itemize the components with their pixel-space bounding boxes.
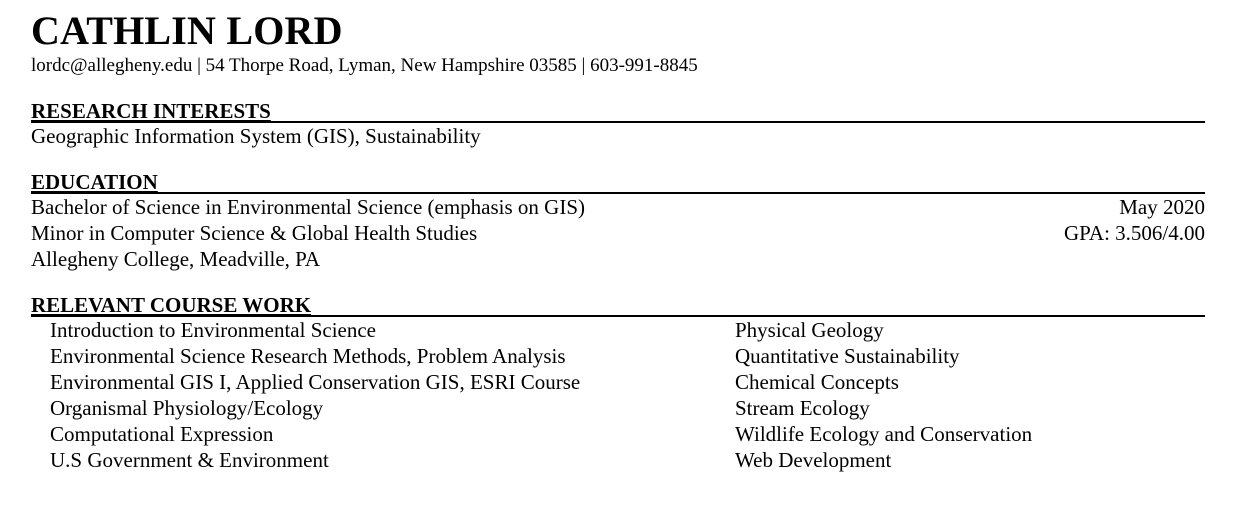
coursework-section: RELEVANT COURSE WORK Introduction to Env… xyxy=(31,294,1205,473)
gpa-text: GPA: 3.506/4.00 xyxy=(1063,221,1205,245)
resume-page: CATHLIN LORD lordc@allegheny.edu | 54 Th… xyxy=(31,8,1205,473)
coursework-heading-text: RELEVANT COURSE WORK xyxy=(31,293,312,317)
course-item: Organismal Physiology/Ecology xyxy=(50,396,324,420)
education-row: Allegheny College, Meadville, PA xyxy=(31,246,1205,272)
course-item: U.S Government & Environment xyxy=(50,448,329,472)
college-text: Allegheny College, Meadville, PA xyxy=(31,247,321,271)
course-item: Web Development xyxy=(735,448,892,472)
course-item: Wildlife Ecology and Conservation xyxy=(735,422,1033,446)
education-row: Bachelor of Science in Environmental Sci… xyxy=(31,194,1205,220)
graduation-date: May 2020 xyxy=(1119,195,1205,219)
education-row: Minor in Computer Science & Global Healt… xyxy=(31,220,1205,246)
research-interests-heading-text: RESEARCH INTERESTS xyxy=(31,99,271,123)
research-interests-heading: RESEARCH INTERESTS xyxy=(31,100,1205,123)
coursework-heading: RELEVANT COURSE WORK xyxy=(31,294,1205,317)
research-interests-section: RESEARCH INTERESTS Geographic Informatio… xyxy=(31,100,1205,149)
coursework-right-column: Physical Geology Quantitative Sustainabi… xyxy=(735,317,1205,473)
contact-line: lordc@allegheny.edu | 54 Thorpe Road, Ly… xyxy=(31,55,698,76)
course-item: Stream Ecology xyxy=(735,396,870,420)
course-item: Chemical Concepts xyxy=(735,370,899,394)
coursework-columns: Introduction to Environmental Science En… xyxy=(31,317,1205,473)
course-item: Environmental Science Research Methods, … xyxy=(50,344,566,368)
minor-text: Minor in Computer Science & Global Healt… xyxy=(31,221,478,245)
education-section: EDUCATION Bachelor of Science in Environ… xyxy=(31,171,1205,272)
coursework-left-column: Introduction to Environmental Science En… xyxy=(31,317,735,473)
course-item: Environmental GIS I, Applied Conservatio… xyxy=(50,370,581,394)
course-item: Quantitative Sustainability xyxy=(735,344,960,368)
education-heading: EDUCATION xyxy=(31,171,1205,194)
course-item: Physical Geology xyxy=(735,318,884,342)
degree-text: Bachelor of Science in Environmental Sci… xyxy=(31,195,585,219)
applicant-name: CATHLIN LORD xyxy=(31,8,343,53)
course-item: Computational Expression xyxy=(50,422,274,446)
course-item: Introduction to Environmental Science xyxy=(50,318,376,342)
research-interests-text-row: Geographic Information System (GIS), Sus… xyxy=(31,123,1205,149)
research-interests-text: Geographic Information System (GIS), Sus… xyxy=(31,124,481,148)
education-heading-text: EDUCATION xyxy=(31,170,158,194)
